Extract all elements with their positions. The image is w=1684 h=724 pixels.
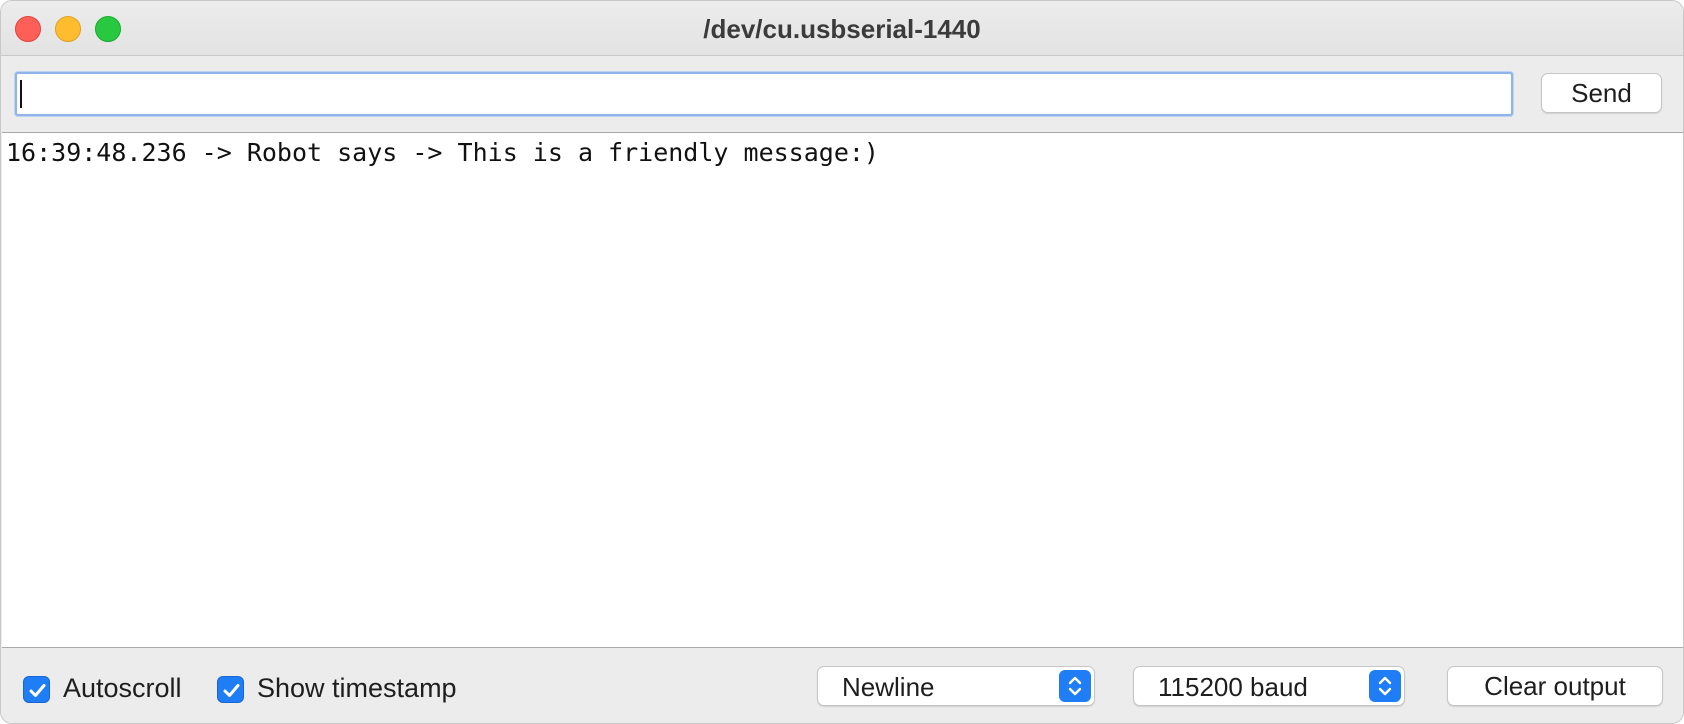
clear-output-button[interactable]: Clear output [1447, 666, 1663, 706]
output-line: 16:39:48.236 -> Robot says -> This is a … [6, 138, 879, 167]
show-timestamp-checkbox[interactable] [217, 676, 244, 703]
line-ending-value: Newline [842, 672, 935, 702]
line-ending-select[interactable]: Newline [817, 666, 1095, 706]
baud-rate-select[interactable]: 115200 baud [1133, 666, 1405, 706]
text-cursor [20, 80, 22, 108]
baud-rate-value: 115200 baud [1158, 672, 1308, 702]
autoscroll-checkbox[interactable] [23, 676, 50, 703]
window-title: /dev/cu.usbserial-1440 [703, 14, 981, 44]
up-down-chevron-icon [1369, 670, 1401, 702]
send-message-input[interactable] [15, 72, 1513, 116]
checkmark-icon [29, 684, 46, 697]
serial-output-area[interactable]: 16:39:48.236 -> Robot says -> This is a … [2, 132, 1683, 648]
autoscroll-label[interactable]: Autoscroll [63, 673, 182, 704]
title-bar[interactable]: /dev/cu.usbserial-1440 [1, 1, 1683, 56]
send-button[interactable]: Send [1541, 73, 1662, 113]
show-timestamp-label[interactable]: Show timestamp [257, 673, 457, 704]
serial-monitor-window: /dev/cu.usbserial-1440 Send 16:39:48.236… [0, 0, 1684, 724]
checkmark-icon [223, 684, 240, 697]
up-down-chevron-icon [1059, 670, 1091, 702]
